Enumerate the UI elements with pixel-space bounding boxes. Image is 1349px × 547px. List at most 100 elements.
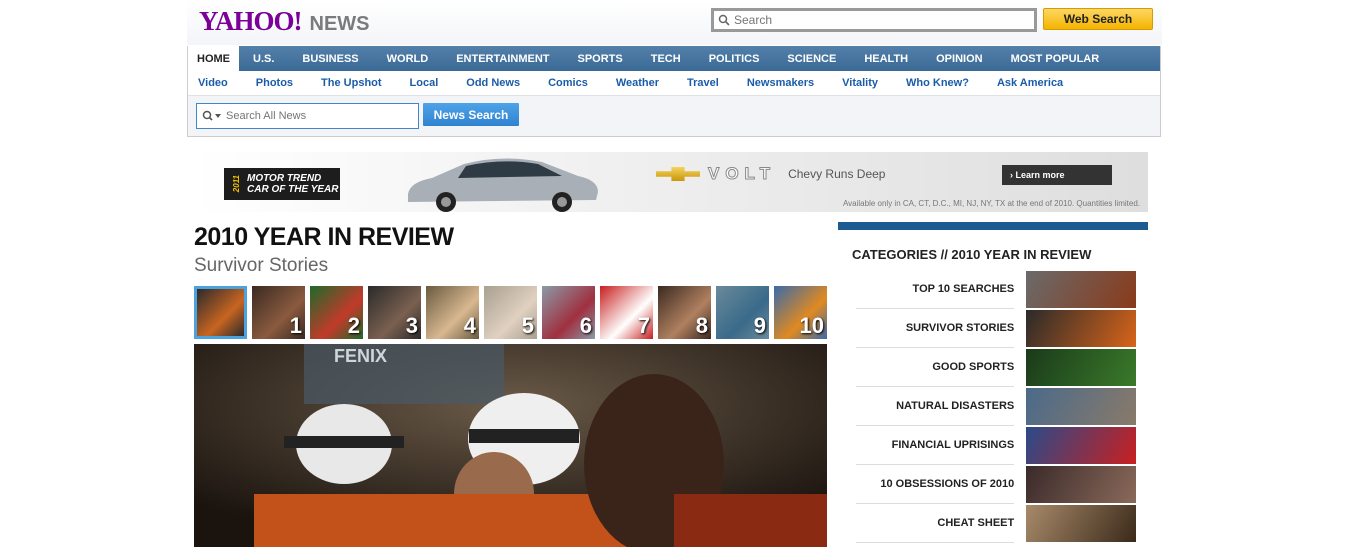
category-label[interactable]: CHEAT SHEET: [856, 504, 1015, 543]
chevy-bowtie-icon: [656, 167, 700, 181]
category-item[interactable]: FINANCIAL UPRISINGS: [856, 426, 1136, 465]
web-search-input[interactable]: [734, 13, 1014, 27]
thumbnail[interactable]: 7: [600, 286, 653, 339]
thumbnail[interactable]: [194, 286, 247, 339]
page-title: 2010 YEAR IN REVIEW: [194, 223, 454, 251]
category-thumbnail[interactable]: [1026, 310, 1136, 347]
thumbnail[interactable]: 3: [368, 286, 421, 339]
thumbnail-number: 3: [405, 313, 418, 338]
category-label[interactable]: NATURAL DISASTERS: [856, 387, 1015, 426]
badge-year: 2011: [232, 175, 241, 193]
sub-nav-link[interactable]: Weather: [602, 77, 673, 89]
sub-nav: Video Photos The Upshot Local Odd News Comics…: [188, 71, 1160, 96]
sub-nav-link[interactable]: Comics: [534, 77, 602, 89]
category-thumbnail[interactable]: [1026, 466, 1136, 503]
category-thumbnail[interactable]: [1026, 427, 1136, 464]
thumbnail-number: 10: [799, 313, 824, 338]
category-label[interactable]: GOOD SPORTS: [856, 348, 1015, 387]
thumbnail-number: 8: [695, 313, 708, 338]
main-nav-item[interactable]: OPINION: [922, 46, 996, 71]
main-nav-item[interactable]: POLITICS: [695, 46, 774, 71]
category-label[interactable]: TOP 10 SEARCHES: [856, 270, 1015, 309]
svg-text:FENIX: FENIX: [334, 346, 387, 366]
logo-text: YAHOO!: [199, 6, 303, 36]
yahoo-news-logo[interactable]: YAHOO! NEWS: [199, 6, 370, 37]
sub-nav-link[interactable]: Vitality: [828, 77, 892, 89]
sub-nav-link[interactable]: Photos: [242, 77, 307, 89]
thumbnail-number: 4: [463, 313, 476, 338]
category-label[interactable]: 10 OBSESSIONS OF 2010: [856, 465, 1015, 504]
main-nav-item[interactable]: HEALTH: [850, 46, 922, 71]
sub-nav-link[interactable]: The Upshot: [307, 77, 396, 89]
category-item[interactable]: TOP 10 SEARCHES: [856, 270, 1136, 309]
categories-sidebar: CATEGORIES // 2010 YEAR IN REVIEW TOP 10…: [838, 222, 1148, 547]
thumbnail[interactable]: 6: [542, 286, 595, 339]
sub-nav-link[interactable]: Who Knew?: [892, 77, 983, 89]
sub-nav-link[interactable]: Odd News: [452, 77, 534, 89]
web-search-field[interactable]: [711, 8, 1037, 32]
car-image: [408, 158, 598, 212]
chevy-branding: VOLT Chevy Runs Deep: [656, 164, 885, 184]
thumbnail-number: 6: [579, 313, 592, 338]
category-thumbnail[interactable]: [1026, 388, 1136, 425]
learn-more-label: Learn more: [1015, 170, 1065, 180]
ad-fineprint: Available only in CA, CT, D.C., MI, NJ, …: [842, 199, 1140, 208]
ad-tagline: Chevy Runs Deep: [788, 167, 886, 181]
hero-photo: FENIX: [194, 344, 827, 547]
main-nav-item[interactable]: WORLD: [373, 46, 443, 71]
main-nav-item[interactable]: SCIENCE: [773, 46, 850, 71]
news-search-button[interactable]: News Search: [423, 103, 519, 126]
thumbnail-strip: 1 2 3 4 5 6 7 8 9 10: [194, 286, 827, 339]
category-label[interactable]: SURVIVOR STORIES: [856, 309, 1015, 348]
thumbnail-number: 1: [289, 313, 302, 338]
thumbnail[interactable]: 2: [310, 286, 363, 339]
category-item[interactable]: NATURAL DISASTERS: [856, 387, 1136, 426]
thumbnail[interactable]: 4: [426, 286, 479, 339]
category-item[interactable]: SURVIVOR STORIES: [856, 309, 1136, 348]
sub-nav-link[interactable]: Newsmakers: [733, 77, 828, 89]
page-subtitle: Survivor Stories: [194, 255, 329, 276]
search-icon: [718, 14, 730, 26]
main-nav: HOME U.S. BUSINESS WORLD ENTERTAINMENT SPORTS…: [188, 46, 1160, 71]
site-header: YAHOO! NEWS Web Search: [187, 0, 1162, 45]
sub-nav-link[interactable]: Travel: [673, 77, 733, 89]
category-item[interactable]: GOOD SPORTS: [856, 348, 1136, 387]
category-item[interactable]: CHEAT SHEET: [856, 504, 1136, 543]
logo-sub: NEWS: [309, 13, 370, 35]
thumbnail[interactable]: 9: [716, 286, 769, 339]
category-item[interactable]: 10 OBSESSIONS OF 2010: [856, 465, 1136, 504]
thumbnail[interactable]: 8: [658, 286, 711, 339]
thumbnail-number: 5: [521, 313, 534, 338]
main-nav-item[interactable]: ENTERTAINMENT: [442, 46, 563, 71]
search-dropdown-icon[interactable]: [202, 110, 222, 122]
badge-text: MOTOR TREND CAR OF THE YEAR: [247, 173, 339, 195]
web-search-button[interactable]: Web Search: [1043, 8, 1153, 30]
thumbnail-number: 2: [347, 313, 360, 338]
category-label[interactable]: FINANCIAL UPRISINGS: [856, 426, 1015, 465]
news-search-input[interactable]: [226, 110, 406, 122]
chevy-volt-ad-banner[interactable]: 2011 MOTOR TREND CAR OF THE YEAR VOLT Che…: [194, 152, 1148, 212]
category-thumbnail[interactable]: [1026, 349, 1136, 386]
thumbnail-number: 7: [637, 313, 650, 338]
sub-nav-link[interactable]: Local: [396, 77, 453, 89]
main-nav-item[interactable]: MOST POPULAR: [997, 46, 1114, 71]
sub-nav-link[interactable]: Ask America: [983, 77, 1077, 89]
main-nav-item[interactable]: BUSINESS: [288, 46, 372, 71]
motor-trend-badge: 2011 MOTOR TREND CAR OF THE YEAR: [224, 168, 340, 200]
thumbnail[interactable]: 5: [484, 286, 537, 339]
thumbnail[interactable]: 1: [252, 286, 305, 339]
main-nav-item[interactable]: HOME: [188, 46, 239, 71]
categories-heading: CATEGORIES // 2010 YEAR IN REVIEW: [852, 247, 1092, 262]
main-nav-item[interactable]: SPORTS: [564, 46, 637, 71]
category-thumbnail[interactable]: [1026, 271, 1136, 308]
learn-more-button[interactable]: › Learn more: [1002, 165, 1112, 185]
sub-nav-link[interactable]: Video: [188, 77, 242, 89]
thumbnail[interactable]: 10: [774, 286, 827, 339]
news-search-field[interactable]: [196, 103, 419, 129]
navigation: HOME U.S. BUSINESS WORLD ENTERTAINMENT SPORTS…: [187, 46, 1161, 137]
main-nav-item[interactable]: U.S.: [239, 46, 288, 71]
rescued-miners-photo: FENIX: [194, 344, 827, 547]
category-thumbnail[interactable]: [1026, 505, 1136, 542]
thumbnail-number: 9: [753, 313, 766, 338]
main-nav-item[interactable]: TECH: [637, 46, 695, 71]
